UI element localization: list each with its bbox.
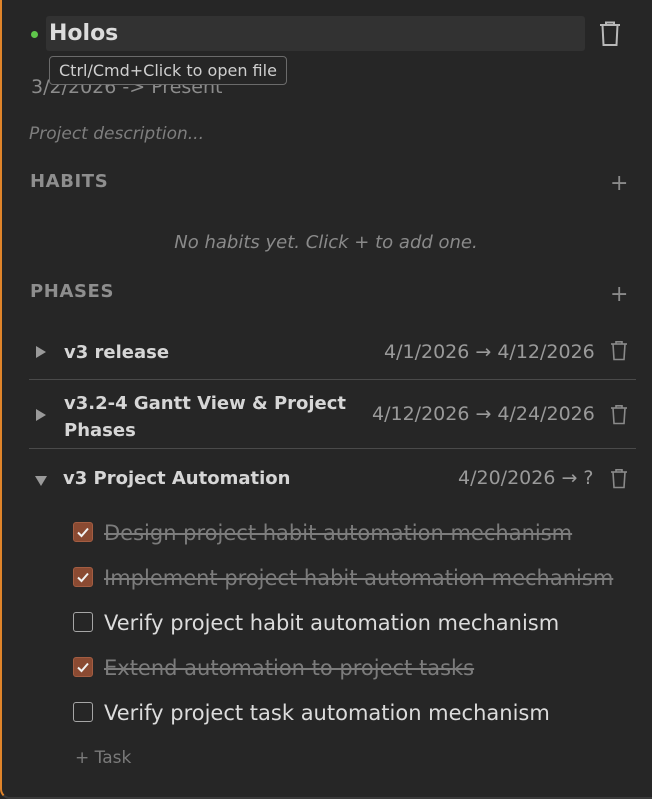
delete-phase-button[interactable] [610,404,628,425]
trash-icon [611,341,627,361]
expand-phase-toggle[interactable] [35,407,47,426]
task-label[interactable]: Design project habit automation mechanis… [104,520,572,546]
task-checkbox[interactable] [73,702,93,722]
trash-icon [611,405,627,425]
phase-name[interactable]: v3.2-4 Gantt View & Project Phases [64,390,346,444]
status-dot [31,31,38,38]
task-checkbox[interactable] [73,612,93,632]
checkmark-icon [77,662,89,673]
caret-right-icon [36,409,46,421]
delete-phase-button[interactable] [610,340,628,361]
phases-heading: PHASES [30,281,115,302]
phase-dates[interactable]: 4/20/2026 → ? [458,467,594,489]
add-phase-button[interactable]: + [610,284,628,306]
collapse-phase-toggle[interactable] [34,472,48,491]
task-label[interactable]: Verify project habit automation mechanis… [104,610,559,636]
phase-dates[interactable]: 4/1/2026 → 4/12/2026 [384,341,595,363]
habits-heading: HABITS [30,171,109,192]
habits-empty-message: No habits yet. Click + to add one. [174,232,478,253]
project-description-input[interactable]: Project description... [29,124,204,144]
open-file-tooltip: Ctrl/Cmd+Click to open file [49,56,287,85]
add-task-button[interactable]: + Task [75,748,131,768]
phase-name[interactable]: v3 release [64,339,169,366]
phase-name-line: Phases [64,420,136,441]
phase-divider [29,379,636,380]
checkmark-icon [77,527,89,538]
project-title-input[interactable]: Holos [46,16,585,51]
phase-name-line: v3.2-4 Gantt View & Project [64,393,347,414]
phase-divider [29,448,636,449]
delete-project-button[interactable] [598,20,622,47]
task-checkbox[interactable] [73,522,93,542]
task-checkbox[interactable] [73,657,93,677]
delete-phase-button[interactable] [610,468,628,489]
caret-down-icon [35,476,47,486]
task-label[interactable]: Verify project task automation mechanism [104,700,550,726]
trash-icon [611,469,627,489]
add-habit-button[interactable]: + [610,173,628,195]
phase-dates[interactable]: 4/12/2026 → 4/24/2026 [372,403,595,425]
expand-phase-toggle[interactable] [35,344,47,363]
task-label[interactable]: Extend automation to project tasks [104,655,474,681]
task-label[interactable]: Implement project habit automation mecha… [104,565,613,591]
trash-icon [600,21,620,46]
caret-right-icon [36,346,46,358]
checkmark-icon [77,572,89,583]
phase-name[interactable]: v3 Project Automation [63,465,290,492]
task-checkbox[interactable] [73,567,93,587]
